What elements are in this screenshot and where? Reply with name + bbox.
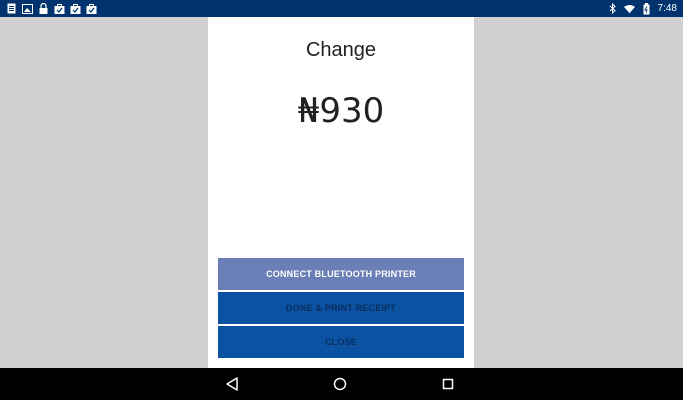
notification-bag-icon — [54, 3, 65, 14]
status-bar: 7:48 — [0, 0, 683, 17]
back-icon[interactable] — [224, 376, 240, 392]
navigation-bar — [0, 368, 683, 400]
notification-lock-icon — [38, 3, 49, 14]
connect-bluetooth-printer-label: CONNECT BLUETOOTH PRINTER — [266, 269, 416, 279]
battery-icon — [641, 2, 652, 14]
close-label: CLOSE — [324, 337, 357, 347]
notification-document-icon — [6, 3, 17, 14]
notification-bag-check-icon — [86, 3, 97, 14]
notification-bag-icon — [70, 3, 81, 14]
wifi-icon — [623, 3, 635, 14]
dialog-title: Change — [305, 39, 377, 61]
change-dialog: Change ₦930 CONNECT BLUETOOTH PRINTER DO… — [208, 17, 474, 368]
close-button[interactable]: CLOSE — [218, 326, 464, 358]
system-icons: 7:48 — [607, 1, 677, 16]
done-print-receipt-button[interactable]: DONE & PRINT RECEIPT — [218, 292, 464, 324]
notification-icons — [6, 2, 97, 15]
done-print-receipt-label: DONE & PRINT RECEIPT — [285, 303, 396, 313]
recent-apps-icon[interactable] — [440, 376, 456, 392]
change-amount: ₦930 — [297, 91, 385, 131]
connect-bluetooth-printer-button[interactable]: CONNECT BLUETOOTH PRINTER — [218, 258, 464, 290]
home-icon[interactable] — [332, 376, 348, 392]
clock: 7:48 — [657, 3, 677, 14]
notification-image-icon — [22, 3, 33, 14]
bluetooth-icon — [607, 3, 618, 14]
